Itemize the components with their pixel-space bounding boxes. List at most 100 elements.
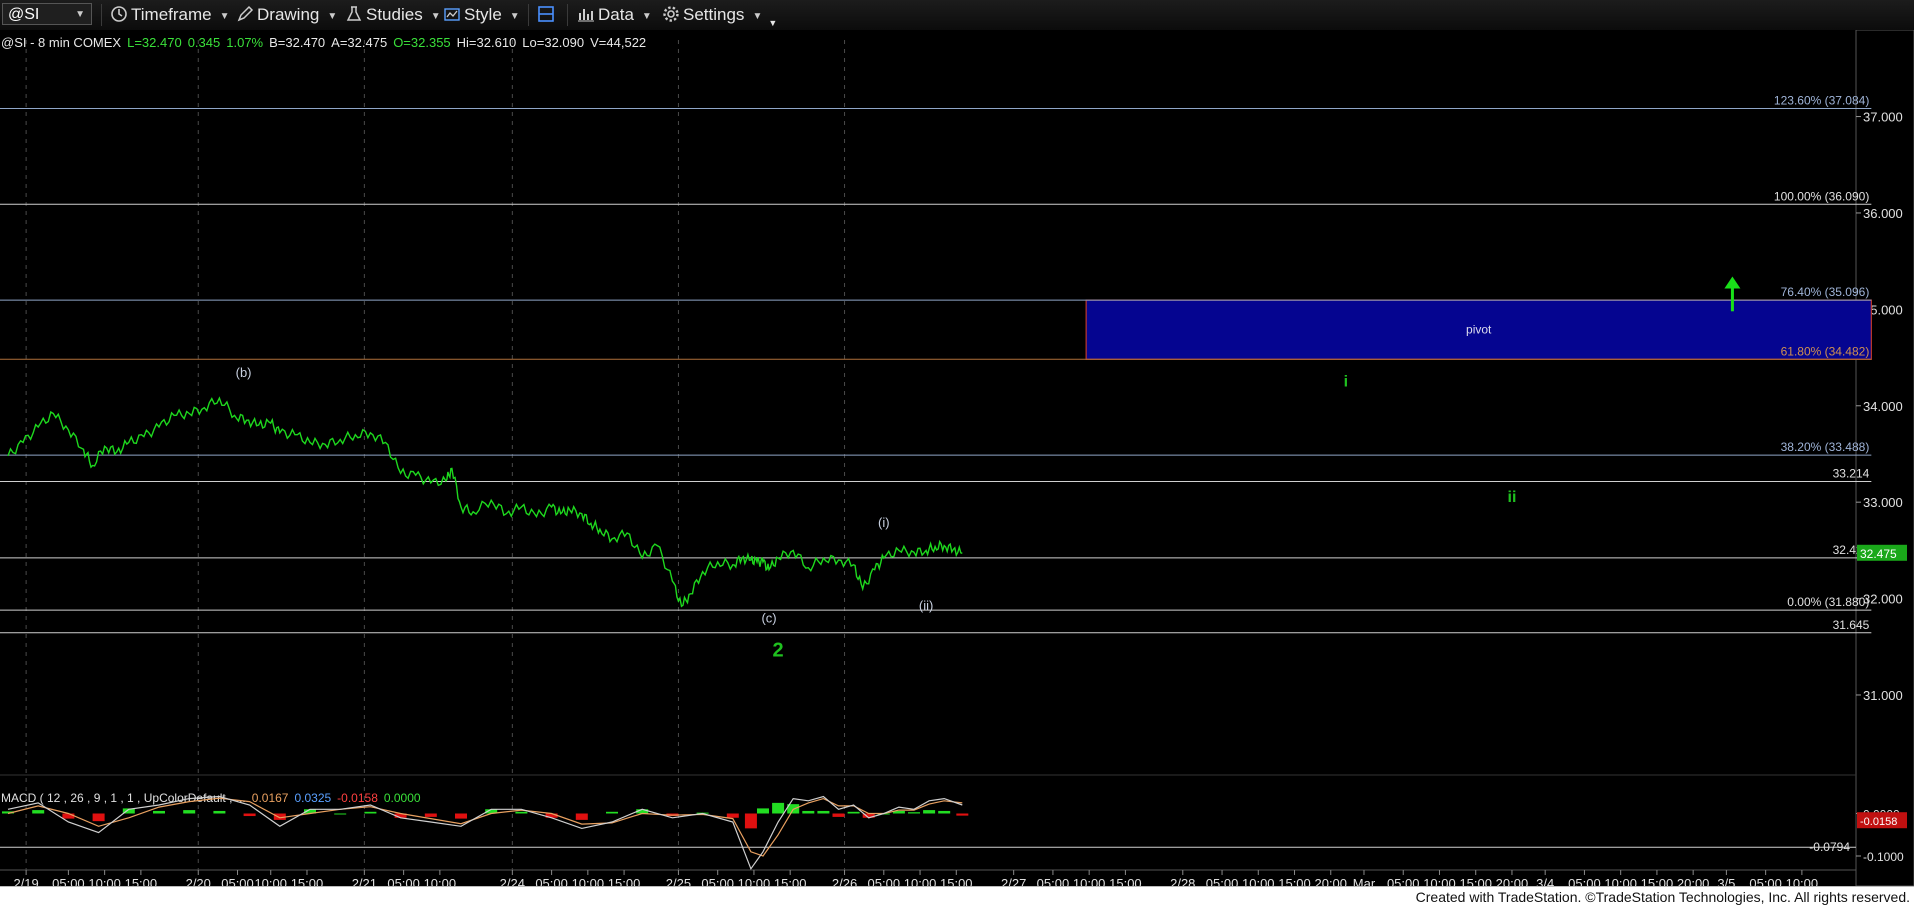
macd-histogram-bar (606, 811, 618, 814)
chevron-down-icon: ▼ (430, 11, 441, 22)
data-label: Data (598, 5, 634, 24)
timeframe-menu[interactable]: Timeframe ▼ (110, 5, 230, 25)
macd-histogram-bar (956, 813, 969, 816)
y-tick-label: 36.000 (1863, 206, 1903, 221)
studies-menu[interactable]: Studies ▼ (345, 5, 441, 25)
header-high: Hi=32.610 (457, 35, 517, 50)
x-tick-label: 10:00 (88, 876, 121, 886)
settings-menu[interactable]: Settings ▼ ▼ (662, 5, 777, 28)
x-tick-label: 10:00 (1073, 876, 1106, 886)
x-tick-label: 3/5 (1717, 876, 1735, 886)
x-tick-label: 15:00 (940, 876, 973, 886)
macd-header: MACD ( 12 , 26 , 9 , 1 , 1 , UpColorDefa… (1, 791, 421, 805)
x-tick-label: 15:00 (1459, 876, 1492, 886)
price-axis-panel (1855, 30, 1914, 886)
toolbar-divider (528, 4, 529, 26)
x-tick-label: 2/24 (500, 876, 525, 886)
x-tick-label: 10:00 (738, 876, 771, 886)
timeframe-label: Timeframe (131, 5, 212, 24)
style-menu[interactable]: Style ▼ (443, 5, 520, 25)
x-tick-label: 15:00 (291, 876, 324, 886)
x-tick-label: 2/20 (186, 876, 211, 886)
x-tick-label: 15:00 (608, 876, 641, 886)
last-price-label: 32.475 (1860, 547, 1897, 561)
y-tick-label: 37.000 (1863, 110, 1903, 125)
macd-histogram-bar (575, 813, 588, 820)
macd-value: 0.0167 (252, 791, 289, 805)
macd-value: 0.0000 (384, 791, 421, 805)
x-tick-label: 10:00 (1604, 876, 1637, 886)
macd-histogram-bar (832, 813, 845, 817)
chevron-down-icon: ▼ (752, 11, 763, 22)
x-tick-label: 20:00 (1496, 876, 1529, 886)
level-label: 61.80% (34.482) (1781, 344, 1870, 358)
toolbar-divider (101, 4, 102, 26)
x-tick-label: 10:00 (1242, 876, 1275, 886)
x-tick-label: 05:00 (1749, 876, 1782, 886)
header-change: 0.345 (188, 35, 221, 50)
macd-histogram-bar (757, 808, 769, 814)
wave-label: (b) (236, 365, 252, 380)
clock-icon (111, 6, 127, 22)
symbol-selector[interactable]: @SI ▼ (2, 3, 92, 25)
x-tick-label: 05:00 (701, 876, 734, 886)
x-tick-label: 15:00 (1109, 876, 1142, 886)
macd-histogram-bar (817, 810, 830, 814)
macd-histogram-bar (62, 813, 75, 819)
wave-label: ii (1508, 489, 1517, 506)
macd-histogram-bar (726, 813, 739, 818)
x-tick-label: 15:00 (125, 876, 158, 886)
drawing-menu[interactable]: Drawing ▼ (236, 5, 337, 25)
macd-value: -0.0158 (337, 791, 378, 805)
x-tick-label: 10:00 (424, 876, 457, 886)
x-tick-label: 05:00 (868, 876, 901, 886)
x-tick-label: 05:00 (1568, 876, 1601, 886)
macd-histogram-bar (424, 813, 437, 817)
symbol-value: @SI (8, 6, 40, 23)
macd-histogram-bar (92, 813, 105, 822)
macd-histogram-bar (847, 811, 860, 814)
drawing-label: Drawing (257, 5, 320, 24)
x-tick-label: 15:00 (774, 876, 807, 886)
macd-histogram-bar (32, 810, 45, 814)
x-tick-label: 15:00 (1278, 876, 1311, 886)
wave-label: 2 (773, 639, 784, 661)
wave-label: (i) (878, 515, 890, 530)
y-tick-label: 34.000 (1863, 399, 1903, 414)
layout-button[interactable] (537, 5, 558, 25)
y-tick-label: 33.000 (1863, 495, 1903, 510)
level-label: 33.214 (1833, 467, 1870, 481)
macd-histogram-bar (772, 802, 785, 814)
wave-label: (ii) (919, 598, 933, 613)
x-tick-label: 10:00 (572, 876, 605, 886)
x-tick-label: 05:00 (1206, 876, 1239, 886)
level-label: 100.00% (36.090) (1774, 189, 1869, 203)
level-label: 0.00% (31.880) (1787, 595, 1869, 609)
macd-histogram-bar (802, 810, 815, 814)
x-tick-label: 2/25 (666, 876, 691, 886)
studies-label: Studies (366, 5, 423, 24)
x-tick-label: 05:00 (221, 876, 254, 886)
data-menu[interactable]: Data ▼ (577, 5, 652, 25)
level-label: 123.60% (37.084) (1774, 93, 1869, 107)
price-chart[interactable]: 37.00036.00035.00034.00033.00032.00031.0… (0, 30, 1914, 886)
chevron-down-icon: ▼ (641, 11, 652, 22)
x-tick-label: 05:00 (535, 876, 568, 886)
x-tick-label: 2/28 (1170, 876, 1195, 886)
header-change-pct: 1.07% (226, 35, 263, 50)
level-label: 76.40% (35.096) (1781, 285, 1870, 299)
header-ask: A=32.475 (331, 35, 387, 50)
chart-toolbar: @SI ▼ Timeframe ▼ Drawing ▼ Studies ▼ Style… (0, 0, 1914, 31)
macd-histogram-bar (183, 810, 196, 814)
style-icon (444, 8, 460, 21)
copyright-text: Created with TradeStation. ©TradeStation… (1415, 889, 1910, 905)
header-last: L=32.470 (127, 35, 182, 50)
macd-histogram-bar (515, 811, 528, 814)
wave-label: (c) (761, 611, 776, 626)
flask-icon (346, 6, 362, 21)
chevron-down-icon: ▼ (509, 11, 520, 22)
macd-histogram-bar (153, 810, 165, 814)
x-tick-label: 10:00 (254, 876, 287, 886)
macd-value: 0.0325 (294, 791, 331, 805)
chart-header: @SI - 8 min COMEX L=32.470 0.345 1.07% B=32.… (1, 35, 646, 50)
